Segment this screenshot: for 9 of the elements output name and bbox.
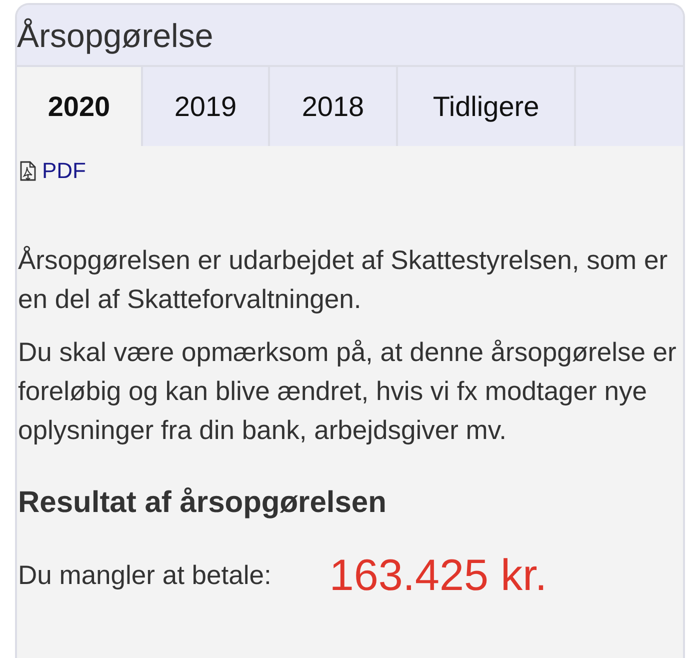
section-heading: Resultat af årsopgørelsen [18, 484, 388, 520]
amount-label: Du mangler at betale: [18, 558, 272, 592]
paragraph: Årsopgørelsen er udarbejdet af Skattestyrelsen, som er en del af Skatteforvaltningen. [18, 244, 669, 316]
paragraph: Du skal være opmærksom på, at denne årsopgørelse er foreløbig og kan blive ændret, hvis vi fx modtager nye oplysninger fra din bank, arbejdsgiver mv. [18, 336, 678, 446]
year-tab[interactable]: 2020 [17, 67, 143, 146]
page-title: Årsopgørelse [17, 18, 214, 52]
pdf-file-icon [20, 160, 36, 180]
amount-due: 163.425 kr. [329, 550, 548, 602]
pdf-link[interactable]: PDF [20, 154, 86, 187]
